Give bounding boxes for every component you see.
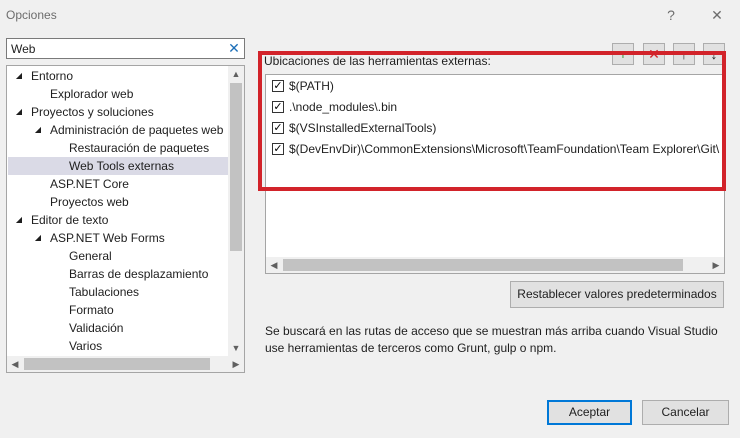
scroll-right-icon[interactable]: ▶ [708, 257, 724, 273]
tree-item-label: Tabulaciones [69, 285, 140, 299]
expand-arrow-icon[interactable]: ◢ [14, 67, 24, 85]
clear-search-icon[interactable]: ✕ [226, 40, 242, 57]
tree-item-label: Editor de texto [31, 213, 109, 227]
tree-vscroll-thumb[interactable] [230, 83, 242, 251]
highlight-box [258, 51, 726, 191]
list-horizontal-scrollbar[interactable]: ◀ ▶ [266, 257, 724, 273]
tree-hscroll-thumb[interactable] [24, 358, 210, 370]
tree-item[interactable]: ASP.NET Core [8, 175, 228, 193]
reset-defaults-button[interactable]: Restablecer valores predeterminados [510, 281, 724, 308]
tree-item-label: Validación [69, 321, 124, 335]
tree-item[interactable]: Tabulaciones [8, 283, 228, 301]
tree-item[interactable]: Web Tools externas [8, 157, 228, 175]
tree-item[interactable]: Barras de desplazamiento [8, 265, 228, 283]
accept-button[interactable]: Aceptar [547, 400, 632, 425]
tree-item[interactable]: Validación [8, 319, 228, 337]
expand-arrow-icon[interactable]: ◢ [14, 103, 24, 121]
tree-item-label: ASP.NET Core [50, 177, 129, 191]
scroll-left-icon[interactable]: ◀ [266, 257, 282, 273]
help-button[interactable]: ? [659, 4, 683, 26]
tree-item[interactable]: Restauración de paquetes [8, 139, 228, 157]
tree-item[interactable]: General [8, 247, 228, 265]
tree-item-label: Formato [69, 303, 114, 317]
tree-item-label: Administración de paquetes web [50, 123, 224, 137]
tree-item[interactable]: ◢ Administración de paquetes web [8, 121, 228, 139]
cancel-button[interactable]: Cancelar [642, 400, 729, 425]
expand-arrow-icon[interactable]: ◢ [14, 211, 24, 229]
tree-item-label: General [69, 249, 112, 263]
description-text: Se buscará en las rutas de acceso que se… [265, 324, 718, 355]
tree-horizontal-scrollbar[interactable]: ◀ ▶ [7, 356, 244, 372]
expand-arrow-icon[interactable]: ◢ [33, 121, 43, 139]
tree-item-label: Explorador web [50, 87, 134, 101]
window-title: Opciones [6, 8, 57, 22]
search-input[interactable] [11, 41, 216, 56]
scroll-up-icon[interactable]: ▲ [228, 66, 244, 82]
tree-item[interactable]: Varios [8, 337, 228, 355]
tree-item-label: Proyectos y soluciones [31, 105, 154, 119]
tree-item-label: Varios [69, 339, 103, 353]
tree-item-label: Proyectos web [50, 195, 129, 209]
tree-item[interactable]: ◢ ASP.NET Web Forms [8, 229, 228, 247]
tree-item-label: Restauración de paquetes [69, 141, 210, 155]
tree-item[interactable]: ◢ Proyectos y soluciones [8, 103, 228, 121]
scroll-down-icon[interactable]: ▼ [228, 340, 244, 356]
tree-item-label: Entorno [31, 69, 74, 83]
scroll-left-icon[interactable]: ◀ [7, 356, 23, 372]
tree-item-label: ASP.NET Web Forms [50, 231, 165, 245]
tree-item-label: Web Tools externas [69, 159, 174, 173]
tree-item[interactable]: Explorador web [8, 85, 228, 103]
tree-item[interactable]: Proyectos web [8, 193, 228, 211]
list-hscroll-thumb[interactable] [283, 259, 683, 271]
tree-vertical-scrollbar[interactable]: ▲ ▼ [228, 66, 244, 356]
tree-item[interactable]: ◢ Entorno [8, 67, 228, 85]
search-box: ✕ [6, 38, 245, 59]
expand-arrow-icon[interactable]: ◢ [33, 229, 43, 247]
options-tree: ◢ Entorno Explorador web ◢ Proyectos y soluc… [6, 65, 245, 373]
scroll-right-icon[interactable]: ▶ [228, 356, 244, 372]
tree-item[interactable]: ◢ Editor de texto [8, 211, 228, 229]
tree-item[interactable]: Formato [8, 301, 228, 319]
tree-item-label: Barras de desplazamiento [69, 267, 209, 281]
close-button[interactable]: ✕ [705, 4, 729, 26]
